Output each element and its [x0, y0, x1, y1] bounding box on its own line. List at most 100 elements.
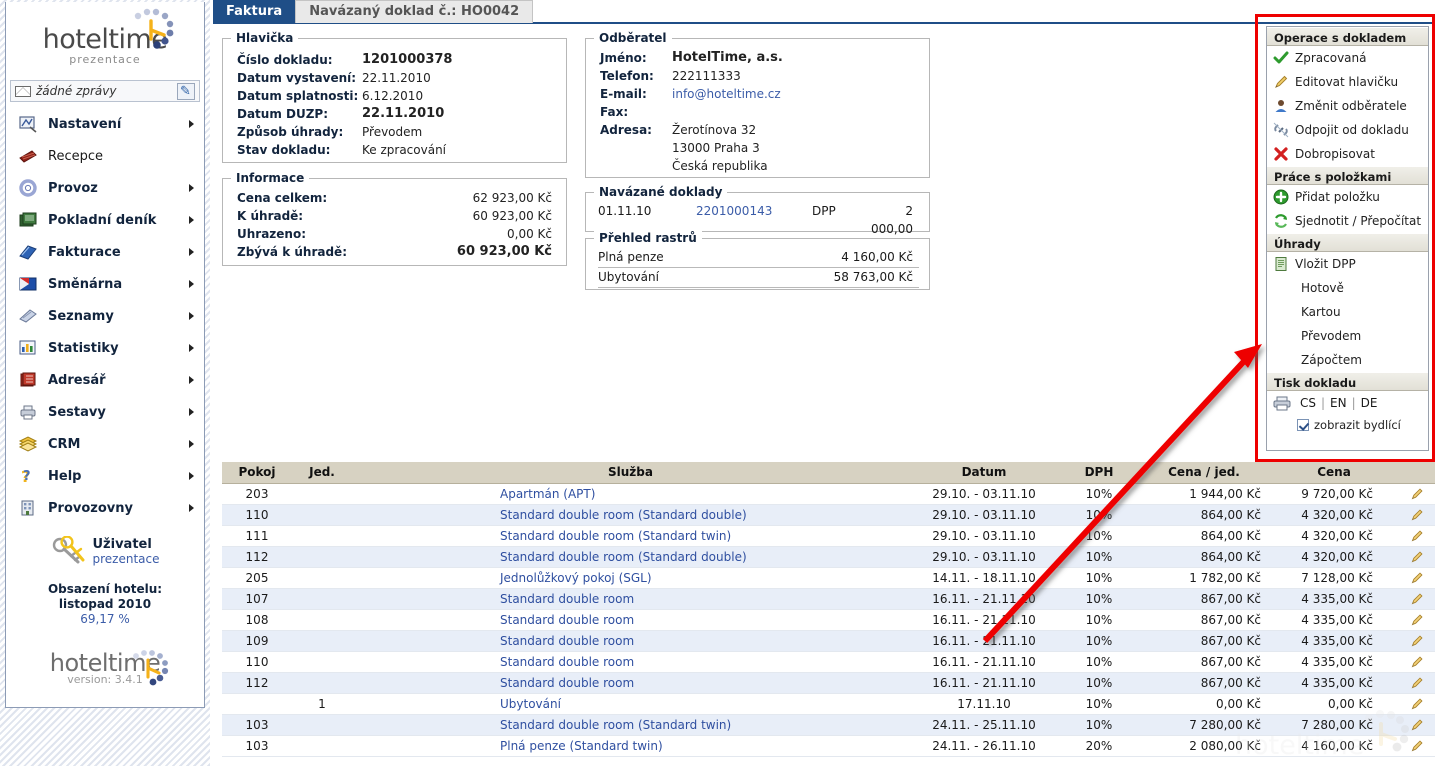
ops-item-dobropisovat[interactable]: Dobropisovat: [1267, 142, 1428, 166]
table-row[interactable]: 103 Standard double room (Standard twin) 2…: [222, 714, 1435, 736]
cell-edit[interactable]: [1399, 546, 1435, 568]
messages-bar[interactable]: žádné zprávy: [10, 80, 200, 102]
table-row[interactable]: 203 Apartmán (APT) 29.10. - 03.11.10 10% 1 9…: [222, 483, 1435, 505]
cell-sluzba-link[interactable]: Standard double room (Standard double): [500, 550, 747, 564]
print-lang-en[interactable]: EN: [1330, 396, 1347, 410]
compose-icon[interactable]: [177, 82, 195, 100]
table-row[interactable]: 103 Plná penze (Standard twin) 24.11. - 26…: [222, 735, 1435, 757]
sidebar-item-seznamy[interactable]: Seznamy: [6, 300, 204, 332]
show-residents-checkbox-row[interactable]: zobrazit bydlící: [1267, 415, 1428, 435]
table-row[interactable]: 109 Standard double room 16.11. - 21.11.10…: [222, 630, 1435, 652]
sidebar-item-help[interactable]: ?? Help: [6, 460, 204, 492]
pencil-icon[interactable]: [1410, 487, 1424, 501]
pencil-icon[interactable]: [1410, 718, 1424, 732]
ops-item-odpojit-od-dokladu[interactable]: Odpojit od dokladu: [1267, 118, 1428, 142]
cell-sluzba-link[interactable]: Standard double room: [500, 655, 634, 669]
cell-sluzba-link[interactable]: Standard double room: [500, 634, 634, 648]
print-lang-de[interactable]: DE: [1361, 396, 1378, 410]
cell-datum: 16.11. - 21.11.10: [909, 609, 1059, 631]
cell-sluzba-link[interactable]: Standard double room: [500, 592, 634, 606]
sidebar-item-statistiky[interactable]: Statistiky: [6, 332, 204, 364]
cell-sluzba-link[interactable]: Standard double room (Standard twin): [500, 529, 731, 543]
cell-sluzba-link[interactable]: Standard double room: [500, 613, 634, 627]
ops-item-zm-nit-odb-ratele[interactable]: Změnit odběratele: [1267, 94, 1428, 118]
ops-item-p-idat-polo-ku[interactable]: Přidat položku: [1267, 185, 1428, 209]
table-row[interactable]: 110 Standard double room 16.11. - 21.11.10…: [222, 651, 1435, 673]
cell-edit[interactable]: [1399, 651, 1435, 673]
pencil-icon[interactable]: [1410, 592, 1424, 606]
pencil-icon[interactable]: [1410, 529, 1424, 543]
sidebar-item-provoz[interactable]: Provoz: [6, 172, 204, 204]
field-value[interactable]: info@hoteltime.cz: [672, 85, 781, 103]
cell-edit[interactable]: [1399, 588, 1435, 610]
cell-edit[interactable]: [1399, 525, 1435, 547]
ops-item-kartou[interactable]: Kartou: [1267, 300, 1428, 324]
table-row[interactable]: 107 Standard double room 16.11. - 21.11.10…: [222, 588, 1435, 610]
cell-edit[interactable]: [1399, 483, 1435, 505]
print-lang-cs[interactable]: CS: [1300, 396, 1316, 410]
sidebar-item-crm[interactable]: CRM: [6, 428, 204, 460]
cell-sluzba-link[interactable]: Jednolůžkový pokoj (SGL): [500, 571, 652, 585]
col-datum[interactable]: Datum: [909, 462, 1059, 484]
help-icon: ??: [18, 467, 38, 486]
cell-edit[interactable]: [1399, 672, 1435, 694]
checkbox-icon[interactable]: [1297, 419, 1309, 431]
sidebar-item-recepce[interactable]: Recepce: [6, 140, 204, 172]
pencil-icon[interactable]: [1410, 634, 1424, 648]
pencil-icon[interactable]: [1410, 613, 1424, 627]
pencil-icon[interactable]: [1410, 550, 1424, 564]
cell-edit[interactable]: [1399, 567, 1435, 589]
tab-navazany-doklad[interactable]: Navázaný doklad č.: HO0042: [295, 0, 534, 23]
table-row[interactable]: 112 Standard double room 16.11. - 21.11.10…: [222, 672, 1435, 694]
sidebar-item-adres-[interactable]: Adresář: [6, 364, 204, 396]
sidebar-item-sestavy[interactable]: Sestavy: [6, 396, 204, 428]
col-cena-jed[interactable]: Cena / jed.: [1139, 462, 1269, 484]
col-jed[interactable]: Jed.: [292, 462, 352, 484]
table-row[interactable]: 205 Jednolůžkový pokoj (SGL) 14.11. - 18.1…: [222, 567, 1435, 589]
table-row[interactable]: 110 Standard double room (Standard double…: [222, 504, 1435, 526]
cell-sluzba-link[interactable]: Ubytování: [500, 697, 561, 711]
table-row[interactable]: 112 Standard double room (Standard double…: [222, 546, 1435, 568]
cell-sluzba-link[interactable]: Standard double room: [500, 676, 634, 690]
cell-edit[interactable]: [1399, 504, 1435, 526]
app-logo[interactable]: hoteltime prezentace: [6, 2, 204, 80]
cell-edit[interactable]: [1399, 735, 1435, 757]
user-box[interactable]: Uživatel prezentace: [6, 536, 204, 566]
sidebar-item-provozovny[interactable]: Provozovny: [6, 492, 204, 524]
document-icon: [1273, 256, 1289, 272]
cell-sluzba-link[interactable]: Plná penze (Standard twin): [500, 739, 663, 753]
tab-faktura[interactable]: Faktura: [213, 0, 296, 24]
ops-item-p-evodem[interactable]: Převodem: [1267, 324, 1428, 348]
table-row[interactable]: 108 Standard double room 16.11. - 21.11.10…: [222, 609, 1435, 631]
pencil-icon[interactable]: [1410, 508, 1424, 522]
table-row[interactable]: 1 Ubytování 17.11.10 10% 0,00 Kč 0,00 Kč: [222, 693, 1435, 715]
ops-item-hotov-[interactable]: Hotově: [1267, 276, 1428, 300]
cell-edit[interactable]: [1399, 714, 1435, 736]
pencil-icon[interactable]: [1410, 676, 1424, 690]
cell-sluzba-link[interactable]: Standard double room (Standard twin): [500, 718, 731, 732]
cell-sluzba-link[interactable]: Standard double room (Standard double): [500, 508, 747, 522]
pencil-icon[interactable]: [1410, 697, 1424, 711]
pencil-icon[interactable]: [1410, 739, 1424, 753]
ops-item-z-po-tem[interactable]: Zápočtem: [1267, 348, 1428, 372]
cell-sluzba-link[interactable]: Apartmán (APT): [500, 487, 595, 501]
sidebar-item-sm-n-rna[interactable]: Směnárna: [6, 268, 204, 300]
sidebar-item-nastaven-[interactable]: Nastavení: [6, 108, 204, 140]
col-cena[interactable]: Cena: [1269, 462, 1399, 484]
table-row[interactable]: 111 Standard double room (Standard twin) 2…: [222, 525, 1435, 547]
cell-edit[interactable]: [1399, 693, 1435, 715]
cell-edit[interactable]: [1399, 630, 1435, 652]
ops-item-zpracovan-[interactable]: Zpracovaná: [1267, 46, 1428, 70]
pencil-icon[interactable]: [1410, 571, 1424, 585]
sidebar-item-fakturace[interactable]: Fakturace: [6, 236, 204, 268]
ops-item-vlo-it-dpp[interactable]: Vložit DPP: [1267, 252, 1428, 276]
col-sluzba[interactable]: Služba: [352, 462, 909, 484]
sidebar-item-pokladn-den-k[interactable]: Pokladní deník: [6, 204, 204, 236]
ops-item-editovat-hlavi-ku[interactable]: Editovat hlavičku: [1267, 70, 1428, 94]
pencil-icon[interactable]: [1410, 655, 1424, 669]
col-pokoj[interactable]: Pokoj: [222, 462, 292, 484]
cell-edit[interactable]: [1399, 609, 1435, 631]
col-dph[interactable]: DPH: [1059, 462, 1139, 484]
ops-group-header: Operace s dokladem: [1267, 27, 1428, 46]
ops-item-sjednotit-p-epo-tat[interactable]: Sjednotit / Přepočítat: [1267, 209, 1428, 233]
